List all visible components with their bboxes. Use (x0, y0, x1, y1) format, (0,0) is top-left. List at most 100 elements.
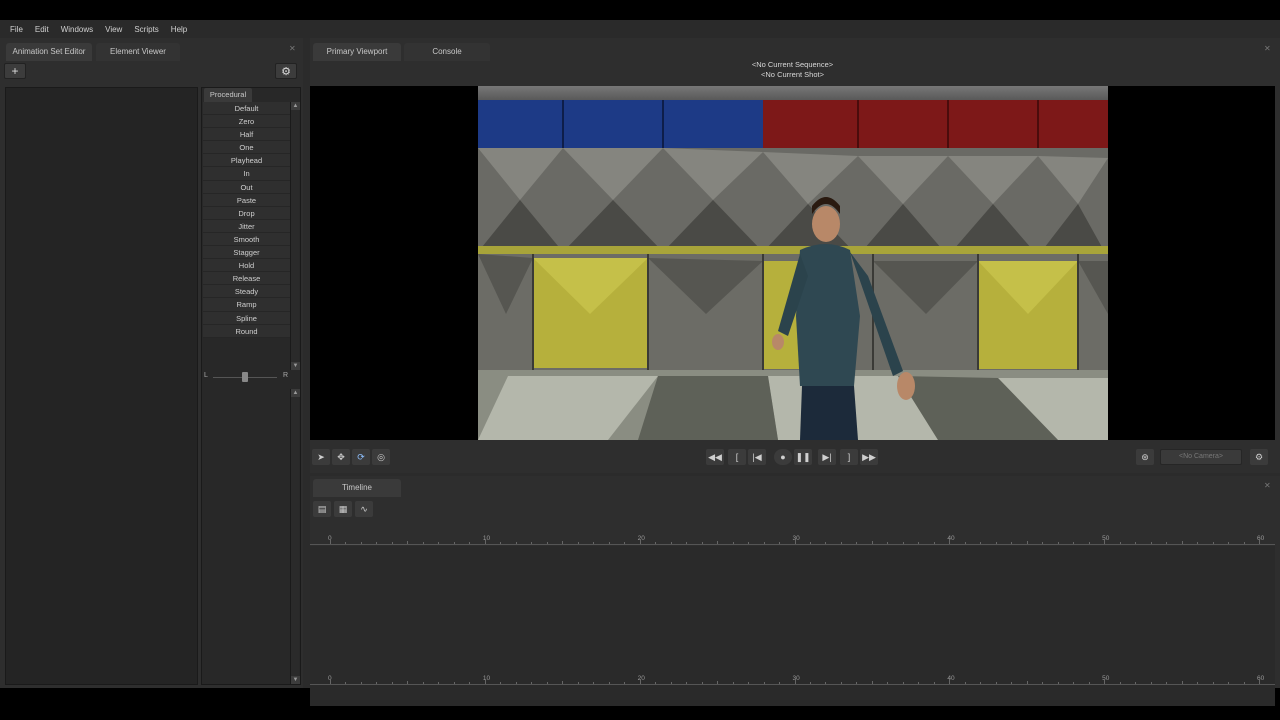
procedural-item[interactable]: Stagger (203, 246, 290, 260)
gear-icon: ⚙ (281, 66, 291, 78)
menu-scripts[interactable]: Scripts (129, 25, 163, 34)
ruler-tick (701, 682, 703, 684)
procedural-item[interactable]: In (203, 167, 290, 181)
procedural-item[interactable]: Steady (203, 285, 290, 299)
ruler-tick (562, 541, 564, 544)
ruler-tick (1042, 682, 1044, 684)
next-key-icon[interactable]: ] (840, 449, 858, 465)
procedural-item[interactable]: Drop (203, 206, 290, 220)
lower-scrollbar[interactable]: ▲ ▼ (290, 389, 300, 684)
ruler-tick (686, 542, 688, 544)
ruler-tick (453, 682, 455, 684)
panel-close-icon[interactable]: ✕ (1264, 481, 1271, 490)
prev-key-icon[interactable]: [ (728, 449, 746, 465)
select-arrow-icon[interactable]: ➤ (312, 449, 330, 465)
ruler-tick (655, 542, 657, 544)
scroll-up-icon[interactable]: ▲ (291, 389, 300, 397)
clip-editor-icon[interactable]: ▤ (313, 501, 331, 517)
camera-target-icon[interactable]: ⊛ (1136, 449, 1154, 465)
ruler-tick (1212, 542, 1214, 544)
procedural-item[interactable]: Out (203, 180, 290, 194)
timeline-ruler-top[interactable]: 0102030405060 (310, 535, 1275, 545)
end-icon[interactable]: ▶| (818, 449, 836, 465)
ruler-tick (1150, 682, 1152, 684)
scroll-down-icon[interactable]: ▼ (291, 362, 300, 370)
tab-element-viewer[interactable]: Element Viewer (96, 43, 180, 61)
ruler-tick (1259, 679, 1260, 684)
menu-help[interactable]: Help (166, 25, 192, 34)
procedural-item[interactable]: Default (203, 102, 290, 116)
procedural-header[interactable]: Procedural (204, 88, 252, 102)
viewport-settings-icon[interactable]: ⚙ (1250, 449, 1268, 465)
graph-editor-icon[interactable]: ∿ (355, 501, 373, 517)
orbit-icon[interactable]: ◎ (372, 449, 390, 465)
motion-editor-icon[interactable]: ▦ (334, 501, 352, 517)
procedural-item[interactable]: Half (203, 128, 290, 142)
ruler-tick (840, 542, 842, 544)
ruler-tick (933, 682, 935, 684)
ruler-tick (809, 542, 811, 544)
ruler-tick (1166, 682, 1168, 684)
ruler-tick (1243, 682, 1245, 684)
procedural-item[interactable]: Jitter (203, 219, 290, 233)
ruler-tick (1011, 682, 1013, 684)
procedural-item[interactable]: Spline (203, 311, 290, 325)
rewind-icon[interactable]: ◀◀ (706, 449, 724, 465)
ruler-tick (949, 539, 951, 544)
procedural-item[interactable]: Paste (203, 193, 290, 207)
settings-button[interactable]: ⚙ (275, 63, 297, 79)
scroll-down-icon[interactable]: ▼ (291, 676, 300, 684)
procedural-item[interactable]: Hold (203, 259, 290, 273)
timeline-ruler-bottom[interactable]: 0102030405060 (310, 675, 1275, 685)
rotate-icon[interactable]: ⟳ (352, 449, 370, 465)
ruler-tick (732, 542, 734, 544)
ruler-tick (871, 541, 873, 544)
panel-close-icon[interactable]: ✕ (1264, 44, 1271, 53)
ruler-tick (779, 682, 781, 684)
ruler-tick (1197, 682, 1199, 684)
ruler-tick (871, 681, 873, 684)
pause-icon[interactable]: ❚❚ (794, 449, 812, 465)
move-icon[interactable]: ✥ (332, 449, 350, 465)
record-icon[interactable]: ● (774, 449, 792, 465)
tab-console[interactable]: Console (404, 43, 490, 61)
viewport-panel: Primary Viewport Console ✕ <No Current S… (310, 38, 1280, 473)
panel-close-icon[interactable]: ✕ (289, 44, 296, 53)
procedural-item[interactable]: One (203, 141, 290, 155)
scroll-up-icon[interactable]: ▲ (291, 102, 300, 110)
menu-windows[interactable]: Windows (56, 25, 98, 34)
ruler-tick (825, 542, 827, 544)
start-icon[interactable]: |◀ (748, 449, 766, 465)
ruler-tick (686, 682, 688, 684)
ruler-tick (469, 542, 471, 544)
tab-timeline[interactable]: Timeline (313, 479, 401, 497)
ruler-tick (949, 679, 951, 684)
procedural-scrollbar[interactable]: ▲ ▼ (290, 102, 300, 370)
menu-file[interactable]: File (5, 25, 28, 34)
menu-edit[interactable]: Edit (30, 25, 54, 34)
ruler-tick (1057, 682, 1059, 684)
procedural-item[interactable]: Zero (203, 115, 290, 129)
ruler-tick (407, 681, 409, 684)
ruler-tick (422, 542, 424, 544)
procedural-item[interactable]: Round (203, 324, 290, 338)
ruler-tick (624, 542, 626, 544)
3d-viewport[interactable] (310, 86, 1275, 440)
ruler-tick (840, 682, 842, 684)
tab-primary-viewport[interactable]: Primary Viewport (313, 43, 401, 61)
slider-thumb[interactable] (242, 372, 248, 382)
procedural-item[interactable]: Playhead (203, 154, 290, 168)
procedural-item[interactable]: Smooth (203, 232, 290, 247)
procedural-item[interactable]: Release (203, 272, 290, 286)
procedural-item[interactable]: Ramp (203, 298, 290, 312)
ruler-tick (639, 679, 641, 684)
menu-view[interactable]: View (100, 25, 127, 34)
fast-forward-icon[interactable]: ▶▶ (860, 449, 878, 465)
lr-slider[interactable]: L R (203, 370, 291, 384)
camera-select[interactable]: <No Camera> (1160, 449, 1242, 465)
add-button[interactable]: + (4, 63, 26, 79)
ruler-tick (546, 682, 548, 684)
ruler-tick (763, 542, 765, 544)
animation-set-list[interactable] (5, 87, 198, 685)
tab-animation-set-editor[interactable]: Animation Set Editor (6, 43, 92, 61)
